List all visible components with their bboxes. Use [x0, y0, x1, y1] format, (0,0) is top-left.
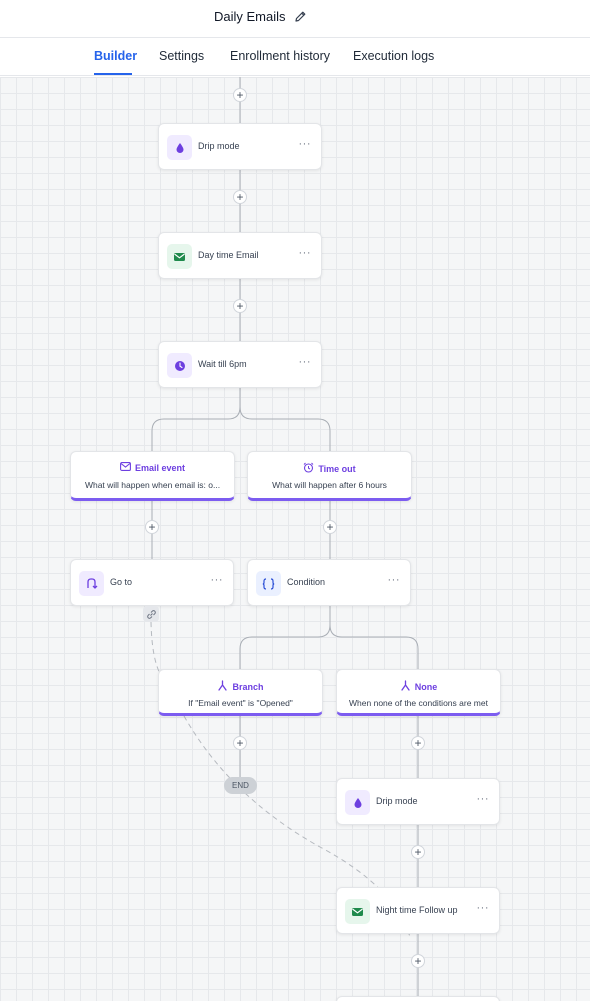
add-step-button[interactable]: +: [233, 190, 247, 204]
event-title: Email event: [134, 462, 186, 473]
drop-icon: [167, 135, 192, 160]
more-options-icon[interactable]: ···: [211, 574, 224, 586]
tab-enrollment-history[interactable]: Enrollment history: [230, 49, 330, 63]
tab-execution-logs[interactable]: Execution logs: [353, 49, 434, 63]
more-options-icon[interactable]: ···: [299, 247, 312, 259]
add-step-button[interactable]: +: [411, 736, 425, 750]
node-label: Day time Email: [198, 250, 259, 260]
event-title: None: [414, 681, 438, 692]
workflow-canvas[interactable]: + + + + + + + + + Drip mode ··· Day time…: [0, 77, 590, 1001]
event-title: Time out: [318, 463, 356, 474]
end-marker: END: [224, 777, 257, 794]
envelope-icon: [120, 462, 131, 473]
braces-icon: [256, 571, 281, 596]
node-label: Wait till 6pm: [198, 359, 247, 369]
goto-icon: [79, 571, 104, 596]
add-step-button[interactable]: +: [145, 520, 159, 534]
node-wait[interactable]: Wait till 6pm ···: [158, 341, 322, 388]
tab-builder[interactable]: Builder: [94, 49, 137, 63]
add-step-button[interactable]: +: [233, 736, 247, 750]
email-icon: [167, 244, 192, 269]
link-icon[interactable]: [143, 606, 159, 622]
drop-icon: [345, 790, 370, 815]
event-time-out[interactable]: Time out What will happen after 6 hours: [247, 451, 412, 501]
node-label: Go to: [110, 577, 133, 587]
add-step-button[interactable]: +: [233, 88, 247, 102]
add-step-button[interactable]: +: [323, 520, 337, 534]
more-options-icon[interactable]: ···: [477, 902, 490, 914]
add-step-button[interactable]: +: [411, 954, 425, 968]
email-icon: [345, 899, 370, 924]
tab-settings[interactable]: Settings: [159, 49, 204, 63]
event-branch[interactable]: Branch If "Email event" is "Opened": [158, 669, 323, 716]
node-label: Night time Follow up: [376, 905, 458, 915]
node-label: Condition: [287, 577, 326, 587]
connector-lines: [150, 77, 419, 1001]
event-subtitle: What will happen when email is: o...: [84, 480, 221, 490]
more-options-icon[interactable]: ···: [299, 356, 312, 368]
pencil-icon[interactable]: [294, 10, 307, 23]
add-step-button[interactable]: +: [411, 845, 425, 859]
tab-bar: Builder Settings Enrollment history Exec…: [0, 38, 590, 76]
event-email-event[interactable]: Email event What will happen when email …: [70, 451, 235, 501]
app-header: Daily Emails: [0, 0, 590, 38]
branch-icon: [217, 680, 228, 693]
node-night-time-follow-up[interactable]: Night time Follow up ···: [336, 887, 500, 934]
more-options-icon[interactable]: ···: [477, 793, 490, 805]
node-condition[interactable]: Condition ···: [247, 559, 411, 606]
more-options-icon[interactable]: ···: [388, 574, 401, 586]
add-step-button[interactable]: +: [233, 299, 247, 313]
node-drip-mode[interactable]: Drip mode ···: [336, 778, 500, 825]
more-options-icon[interactable]: ···: [299, 138, 312, 150]
alarm-clock-icon: [303, 462, 314, 475]
node-day-time-email[interactable]: Day time Email ···: [158, 232, 322, 279]
event-subtitle: If "Email event" is "Opened": [188, 698, 293, 708]
workflow-title: Daily Emails: [214, 9, 286, 24]
event-subtitle: When none of the conditions are met: [349, 698, 488, 708]
node-go-to[interactable]: Go to ···: [70, 559, 234, 606]
event-none[interactable]: None When none of the conditions are met: [336, 669, 501, 716]
node-label: Drip mode: [376, 796, 418, 806]
event-subtitle: What will happen after 6 hours: [272, 480, 387, 490]
active-tab-indicator: [94, 73, 132, 75]
clock-icon: [167, 353, 192, 378]
node-drip-mode[interactable]: Drip mode ···: [158, 123, 322, 170]
node-next-step[interactable]: [336, 996, 500, 1001]
event-title: Branch: [232, 681, 264, 692]
branch-icon: [400, 680, 411, 693]
node-label: Drip mode: [198, 141, 240, 151]
